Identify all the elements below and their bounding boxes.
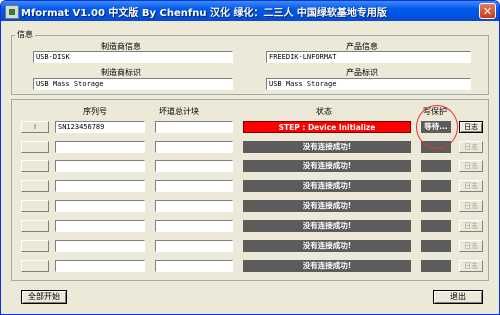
serial-field-7 xyxy=(55,240,145,252)
port-button-6[interactable] xyxy=(21,220,49,232)
status-indicator-4: 没有连接成功! xyxy=(243,180,411,192)
log-button-3[interactable]: 日志 xyxy=(459,160,483,172)
main-window: Mformat V1.00 中文版 By Chenfnu 汉化 绿化：二三人 中… xyxy=(0,0,500,315)
log-button-2[interactable]: 日志 xyxy=(459,141,483,153)
serial-field-1: SN123456789 xyxy=(55,121,145,133)
bad-blocks-field-1 xyxy=(155,121,233,133)
product-id-label: 产品标识 xyxy=(346,68,378,77)
bad-blocks-field-8 xyxy=(155,260,233,272)
write-protect-indicator-4 xyxy=(421,180,451,192)
port-button-7[interactable] xyxy=(21,240,49,252)
log-button-1[interactable]: 日志 xyxy=(459,121,483,133)
serial-field-6 xyxy=(55,220,145,232)
title-bar[interactable]: Mformat V1.00 中文版 By Chenfnu 汉化 绿化：二三人 中… xyxy=(1,1,499,21)
bad-blocks-field-6 xyxy=(155,220,233,232)
start-all-button[interactable]: 全部开始 xyxy=(21,290,67,304)
port-button-2[interactable] xyxy=(21,141,49,153)
log-button-5[interactable]: 日志 xyxy=(459,200,483,212)
bad-blocks-field-5 xyxy=(155,200,233,212)
status-indicator-3: 没有连接成功! xyxy=(243,160,411,172)
bad-blocks-field-4 xyxy=(155,180,233,192)
serial-field-5 xyxy=(55,200,145,212)
highlight-circle xyxy=(416,105,458,149)
status-indicator-6: 没有连接成功! xyxy=(243,220,411,232)
status-indicator-7: 没有连接成功! xyxy=(243,240,411,252)
write-protect-indicator-8 xyxy=(421,260,451,272)
serial-field-8 xyxy=(55,260,145,272)
status-indicator-5: 没有连接成功! xyxy=(243,200,411,212)
port-button-5[interactable] xyxy=(21,200,49,212)
manufacturer-id-label: 制造商标识 xyxy=(101,68,141,77)
bad-blocks-field-7 xyxy=(155,240,233,252)
write-protect-indicator-6 xyxy=(421,220,451,232)
product-info-field[interactable]: FREEDIK-LNFORMAT xyxy=(266,51,471,63)
exit-button[interactable]: 退出 xyxy=(433,290,483,304)
status-indicator-1: STEP : Device Initialize xyxy=(243,121,411,133)
serial-field-4 xyxy=(55,180,145,192)
status-indicator-2: 没有连接成功! xyxy=(243,141,411,153)
serial-header: 序列号 xyxy=(83,107,107,116)
log-button-8[interactable]: 日志 xyxy=(459,260,483,272)
write-protect-indicator-3 xyxy=(421,160,451,172)
manufacturer-info-field[interactable]: USB-DISK xyxy=(33,51,233,63)
port-button-4[interactable] xyxy=(21,180,49,192)
port-button-3[interactable] xyxy=(21,160,49,172)
status-header: 状态 xyxy=(316,107,332,116)
port-button-8[interactable] xyxy=(21,260,49,272)
write-protect-indicator-5 xyxy=(421,200,451,212)
bad-blocks-field-3 xyxy=(155,160,233,172)
bad-blocks-header: 坏道总计块 xyxy=(159,107,199,116)
manufacturer-id-field[interactable]: USB Mass Storage xyxy=(33,78,233,90)
serial-field-3 xyxy=(55,160,145,172)
product-id-field[interactable]: USB Mass Storage xyxy=(266,78,471,90)
serial-field-2 xyxy=(55,141,145,153)
log-button-6[interactable]: 日志 xyxy=(459,220,483,232)
bad-blocks-field-2 xyxy=(155,141,233,153)
status-indicator-8: 没有连接成功! xyxy=(243,260,411,272)
close-button[interactable]: ✕ xyxy=(479,3,496,19)
log-button-4[interactable]: 日志 xyxy=(459,180,483,192)
write-protect-indicator-7 xyxy=(421,240,451,252)
window-title: Mformat V1.00 中文版 By Chenfnu 汉化 绿化：二三人 中… xyxy=(21,8,387,19)
info-group-label: 信息 xyxy=(15,29,35,40)
port-button-1[interactable]: I xyxy=(21,121,49,133)
log-button-7[interactable]: 日志 xyxy=(459,240,483,252)
app-icon xyxy=(5,5,19,19)
